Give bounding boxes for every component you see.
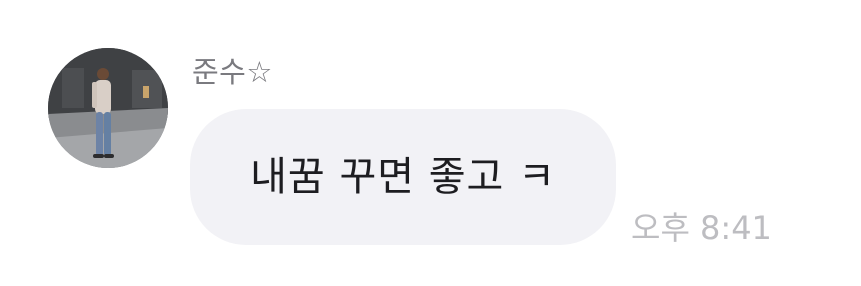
sender-name: 준수☆ [192,55,273,89]
message-timestamp: 오후 8:41 [631,209,772,247]
message-bubble[interactable]: 내꿈 꾸면 좋고 ㅋ [190,109,616,245]
profile-photo-icon [48,48,168,168]
message-text: 내꿈 꾸면 좋고 ㅋ [250,154,556,200]
avatar[interactable] [48,48,168,168]
